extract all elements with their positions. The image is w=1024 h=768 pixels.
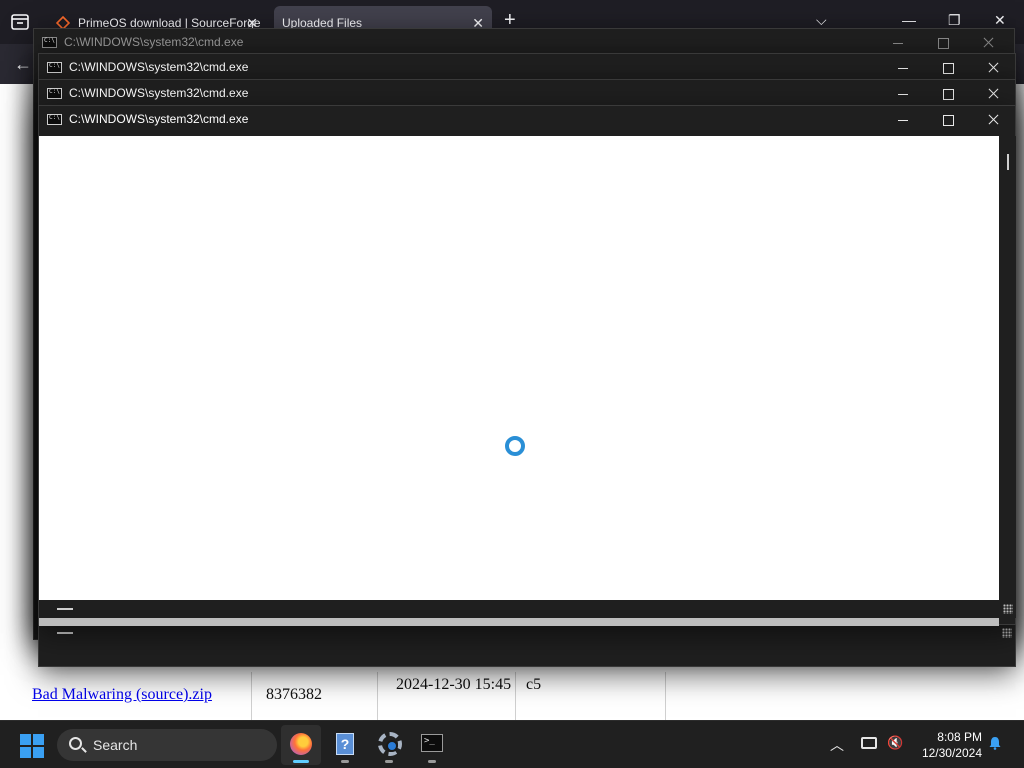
firefox-icon[interactable] bbox=[281, 725, 321, 765]
file-size-cell: 8376382 bbox=[252, 672, 378, 720]
file-hash-cell: c5 bbox=[516, 672, 666, 720]
file-name-cell: Bad Malwaring (source).zip bbox=[16, 672, 252, 720]
close-icon[interactable]: ✕ bbox=[994, 12, 1006, 29]
resize-grip-icon[interactable] bbox=[1002, 628, 1012, 638]
loading-spinner-icon bbox=[505, 436, 525, 456]
help-icon[interactable]: ? bbox=[325, 725, 365, 765]
minimize-icon[interactable] bbox=[885, 109, 921, 131]
new-tab-button[interactable]: + bbox=[504, 10, 516, 30]
cmd-app-icon bbox=[47, 114, 62, 125]
status-dash bbox=[57, 632, 73, 634]
file-date-cell: 2024-12-30 15:45 bbox=[378, 672, 516, 720]
volume-muted-icon[interactable]: 🔇 bbox=[887, 735, 903, 751]
maximize-icon[interactable] bbox=[930, 57, 966, 79]
search-label: Search bbox=[93, 737, 138, 753]
clock-time: 8:08 PM bbox=[937, 730, 982, 744]
taskbar: Search ? ︿ 🔇 8:08 PM 12/30/2024 bbox=[0, 720, 1024, 768]
show-hidden-icons-icon[interactable]: ︿ bbox=[830, 735, 844, 755]
minimize-icon[interactable] bbox=[885, 83, 921, 105]
restore-icon[interactable]: ❐ bbox=[948, 12, 961, 29]
resize-grip-icon[interactable] bbox=[1003, 604, 1013, 614]
terminal-icon[interactable] bbox=[412, 725, 452, 765]
clock-date: 12/30/2024 bbox=[921, 746, 982, 760]
back-arrow-icon[interactable]: ← bbox=[14, 54, 32, 75]
minimize-icon[interactable] bbox=[885, 57, 921, 79]
cmd-status-bar bbox=[39, 600, 1016, 618]
cmd-titlebar[interactable]: C:\WINDOWS\system32\cmd.exe bbox=[39, 54, 1015, 82]
minimize-icon[interactable] bbox=[880, 32, 916, 54]
maximize-icon[interactable] bbox=[925, 32, 961, 54]
window-title: C:\WINDOWS\system32\cmd.exe bbox=[69, 86, 249, 100]
running-indicator bbox=[293, 760, 309, 763]
close-icon[interactable] bbox=[975, 83, 1011, 105]
status-strip bbox=[39, 618, 999, 626]
network-icon[interactable] bbox=[861, 737, 877, 749]
window-title: C:\WINDOWS\system32\cmd.exe bbox=[69, 60, 249, 74]
vertical-scrollbar[interactable] bbox=[1000, 136, 1016, 600]
running-indicator bbox=[428, 760, 436, 763]
file-download-link[interactable]: Bad Malwaring (source).zip bbox=[32, 686, 212, 703]
minimize-icon[interactable]: — bbox=[902, 12, 916, 28]
cmd-titlebar[interactable]: C:\WINDOWS\system32\cmd.exe bbox=[39, 106, 1015, 134]
cmd-app-icon bbox=[47, 88, 62, 99]
notification-bell-icon[interactable] bbox=[988, 736, 1002, 750]
cmd-console-area[interactable] bbox=[39, 136, 999, 600]
list-all-tabs-icon[interactable]: ⌵ bbox=[816, 12, 827, 29]
cmd-window[interactable]: C:\WINDOWS\system32\cmd.exe bbox=[38, 105, 1016, 626]
close-icon[interactable] bbox=[975, 109, 1011, 131]
clock[interactable]: 8:08 PM 12/30/2024 bbox=[920, 729, 982, 761]
cmd-titlebar[interactable]: C:\WINDOWS\system32\cmd.exe bbox=[39, 80, 1015, 108]
maximize-icon[interactable] bbox=[930, 109, 966, 131]
window-title: C:\WINDOWS\system32\cmd.exe bbox=[64, 35, 244, 49]
taskbar-search-box[interactable]: Search bbox=[57, 729, 277, 761]
settings-icon[interactable] bbox=[369, 725, 409, 765]
maximize-icon[interactable] bbox=[930, 83, 966, 105]
close-icon[interactable] bbox=[975, 57, 1011, 79]
running-indicator bbox=[341, 760, 349, 763]
table-row: Bad Malwaring (source).zip 8376382 2024-… bbox=[16, 672, 666, 720]
scrollbar-thumb[interactable] bbox=[1007, 154, 1009, 170]
tab-overview-icon[interactable] bbox=[8, 10, 32, 34]
window-title: C:\WINDOWS\system32\cmd.exe bbox=[69, 112, 249, 126]
cmd-app-icon bbox=[42, 37, 57, 48]
close-icon[interactable] bbox=[970, 32, 1006, 54]
status-dash bbox=[57, 608, 73, 610]
running-indicator bbox=[385, 760, 393, 763]
windows-start-icon[interactable] bbox=[20, 734, 44, 758]
search-icon bbox=[69, 737, 82, 750]
cmd-app-icon bbox=[47, 62, 62, 73]
